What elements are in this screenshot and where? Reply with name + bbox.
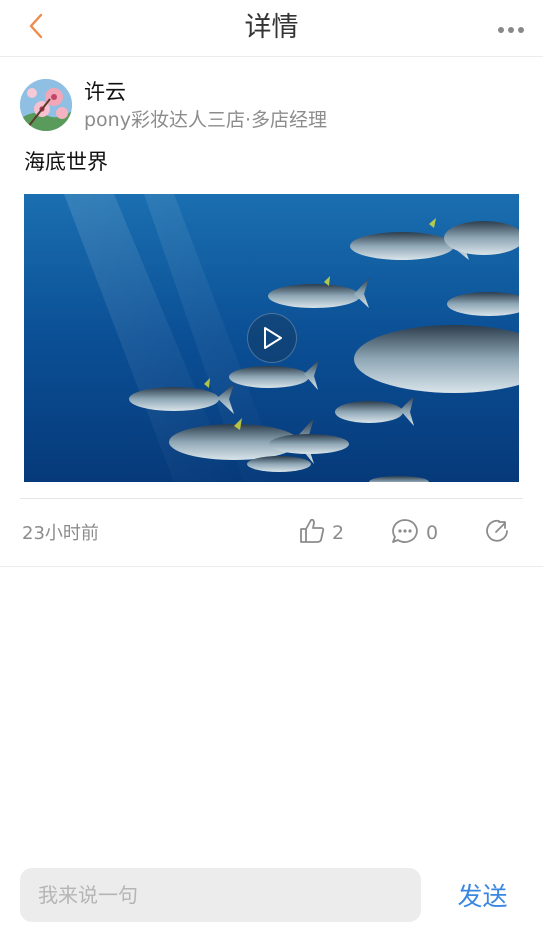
send-button[interactable]: 发送 [440, 874, 525, 916]
video-player[interactable] [24, 194, 519, 482]
post-card: 许云 pony彩妆达人三店·多店经理 海底世界 23小时前 2 0 [0, 57, 543, 567]
like-button[interactable]: 2 [298, 515, 344, 551]
comment-input[interactable] [20, 868, 421, 922]
comment-bubble-icon [390, 517, 420, 549]
play-button[interactable] [247, 313, 297, 363]
more-horizontal-icon [497, 19, 525, 38]
play-icon [260, 325, 284, 351]
author-subtitle: pony彩妆达人三店·多店经理 [84, 109, 328, 131]
post-text: 海底世界 [24, 150, 108, 174]
avatar[interactable] [20, 79, 72, 131]
more-button[interactable] [491, 14, 531, 42]
top-navigation-bar: 详情 [0, 0, 543, 57]
page-title: 详情 [244, 12, 299, 43]
comment-button[interactable]: 0 [390, 515, 438, 551]
comment-count: 0 [426, 522, 439, 544]
author-name[interactable]: 许云 [84, 78, 126, 106]
share-icon [483, 516, 513, 550]
post-time: 23小时前 [22, 523, 99, 544]
like-count: 2 [332, 522, 345, 544]
thumb-up-icon [298, 517, 326, 549]
divider [20, 498, 523, 499]
share-button[interactable] [483, 515, 513, 551]
